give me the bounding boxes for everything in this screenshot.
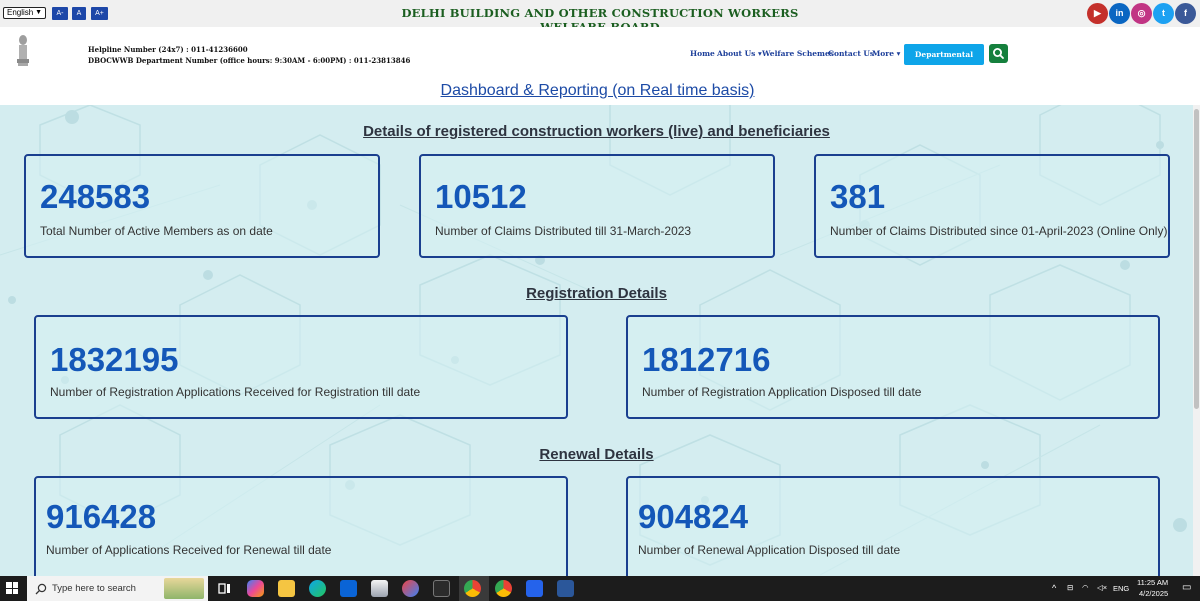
registration-disposed-label: Number of Registration Application Dispo…	[642, 385, 922, 399]
page-scrollbar[interactable]	[1193, 105, 1200, 576]
nav-contact-us[interactable]: Contact Us	[828, 49, 874, 58]
chevron-down-icon: ▾	[896, 49, 901, 58]
edge-icon[interactable]	[309, 580, 326, 597]
renewal-disposed-value: 904824	[638, 498, 749, 535]
claims-till-label: Number of Claims Distributed till 31-Mar…	[435, 224, 692, 238]
microsoft-store-icon[interactable]	[371, 580, 388, 597]
renewal-disposed-label: Number of Renewal Application Disposed t…	[638, 543, 901, 557]
nav-welfare-schemes[interactable]: Welfare Schemes	[762, 49, 834, 58]
outlook-icon[interactable]	[340, 580, 357, 597]
word-icon[interactable]	[557, 580, 574, 597]
app-icon[interactable]	[402, 580, 419, 597]
registration-section-heading: Registration Details	[526, 285, 667, 302]
language-select[interactable]: English ▼	[3, 7, 46, 19]
chevron-up-icon[interactable]: ^	[1052, 583, 1056, 593]
clock-date[interactable]: 4/2/2025	[1139, 589, 1168, 598]
scrollbar-thumb[interactable]	[1194, 109, 1199, 409]
chevron-down-icon: ▼	[35, 9, 42, 16]
font-increase-button[interactable]: A+	[91, 7, 108, 20]
department-number: DBOCWWB Department Number (office hours:…	[88, 56, 411, 65]
claims-since-label: Number of Claims Distributed since 01-Ap…	[830, 224, 1168, 238]
registration-received-label: Number of Registration Applications Rece…	[50, 385, 421, 399]
top-bar: English ▼ A- A A+ DELHI BUILDING AND OTH…	[0, 0, 1200, 34]
youtube-icon[interactable]: ▶	[1087, 3, 1108, 24]
emblem-logo	[17, 35, 29, 66]
dashboard-title-link[interactable]: Dashboard & Reporting (on Real time basi…	[0, 82, 1195, 100]
helpline-number: Helpline Number (24x7) : 011-41236600	[88, 45, 248, 54]
chrome-icon[interactable]	[464, 580, 481, 597]
facebook-icon[interactable]: f	[1175, 3, 1196, 24]
wifi-icon[interactable]: ◠	[1082, 583, 1089, 592]
taskbar-search-placeholder: Type here to search	[52, 583, 136, 594]
renewal-received-value: 916428	[46, 498, 157, 535]
renewal-disposed-card: 904824 Number of Renewal Application Dis…	[626, 476, 1160, 576]
file-explorer-icon[interactable]	[278, 580, 295, 597]
claims-since-card: 381 Number of Claims Distributed since 0…	[814, 154, 1170, 258]
windows-taskbar: Type here to search ^ ⊟ ◠ ◁× ENG 11:25 A…	[0, 576, 1200, 601]
network-icon[interactable]: ⊟	[1067, 583, 1073, 592]
registration-disposed-value: 1812716	[642, 341, 771, 378]
search-button[interactable]	[989, 44, 1008, 63]
claims-till-value: 10512	[435, 178, 527, 215]
nav-home[interactable]: Home	[690, 49, 715, 58]
photos-icon[interactable]	[433, 580, 450, 597]
taskbar-search-box[interactable]: Type here to search	[27, 576, 208, 601]
beneficiaries-section-heading: Details of registered construction worke…	[363, 123, 830, 140]
helpline-info: Helpline Number (24x7) : 011-41236600 DB…	[88, 44, 410, 66]
volume-icon[interactable]: ◁×	[1097, 583, 1107, 592]
task-view-icon[interactable]	[216, 580, 233, 597]
font-normal-button[interactable]: A	[72, 7, 86, 20]
font-decrease-button[interactable]: A-	[52, 7, 68, 20]
instagram-icon[interactable]: ◎	[1131, 3, 1152, 24]
renewal-section-heading: Renewal Details	[539, 446, 654, 463]
windows-start-icon[interactable]	[6, 582, 18, 594]
nav-about-us-label: About Us	[717, 49, 756, 58]
claims-till-card: 10512 Number of Claims Distributed till …	[419, 154, 775, 258]
active-members-card: 248583 Total Number of Active Members as…	[24, 154, 380, 258]
linkedin-icon[interactable]: in	[1109, 3, 1130, 24]
dashboard-main: Details of registered construction worke…	[0, 105, 1193, 576]
registration-disposed-card: 1812716 Number of Registration Applicati…	[626, 315, 1160, 419]
copilot-icon[interactable]	[247, 580, 264, 597]
search-highlight-icon	[164, 578, 204, 599]
search-icon	[993, 48, 1004, 59]
clock-time[interactable]: 11:25 AM	[1137, 578, 1168, 587]
snipping-tool-icon[interactable]	[526, 580, 543, 597]
claims-since-value: 381	[830, 178, 886, 215]
active-members-label: Total Number of Active Members as on dat…	[40, 224, 273, 238]
language-indicator[interactable]: ENG	[1113, 584, 1129, 593]
nav-about-us[interactable]: About Us ▾	[717, 49, 762, 58]
site-header: Helpline Number (24x7) : 011-41236600 DB…	[0, 27, 1200, 105]
chrome-icon[interactable]	[495, 580, 512, 597]
registration-received-card: 1832195 Number of Registration Applicati…	[34, 315, 568, 419]
nav-more-label: More	[872, 49, 895, 58]
registration-received-value: 1832195	[50, 341, 179, 378]
notification-icon[interactable]: ▭	[1182, 582, 1191, 593]
twitter-icon[interactable]: t	[1153, 3, 1174, 24]
language-select-value: English	[7, 8, 34, 17]
active-members-value: 248583	[40, 178, 151, 215]
nav-more[interactable]: More ▾	[872, 49, 900, 58]
search-icon	[35, 583, 47, 595]
renewal-received-label: Number of Applications Received for Rene…	[46, 543, 332, 557]
departmental-login-button[interactable]: Departmental Login	[904, 44, 984, 80]
renewal-received-card: 916428 Number of Applications Received f…	[34, 476, 568, 576]
